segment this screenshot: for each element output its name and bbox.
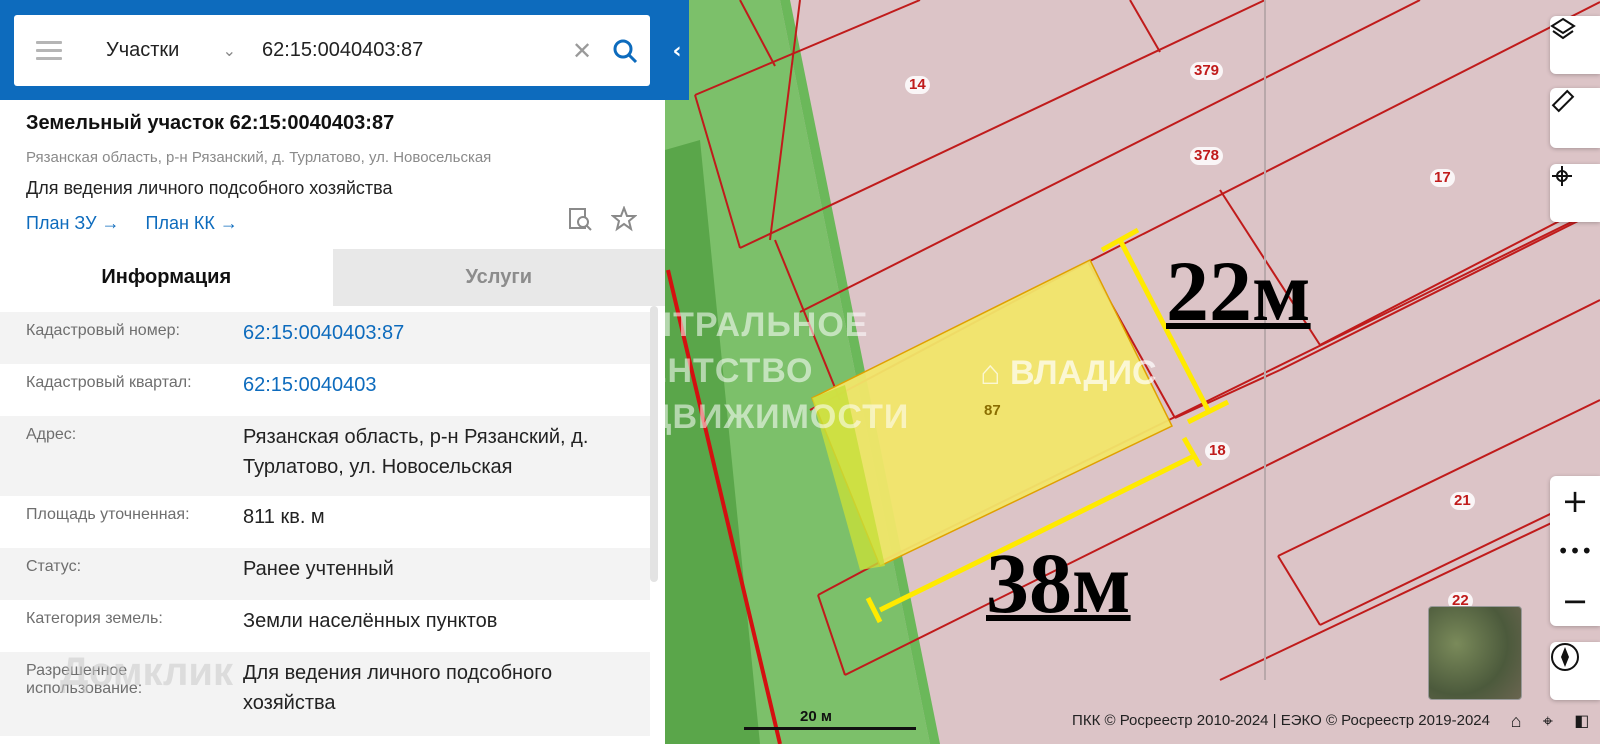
clear-icon[interactable]: ✕	[564, 37, 600, 65]
home-icon[interactable]: ⌂	[1511, 711, 1522, 732]
minimap-satellite[interactable]	[1428, 606, 1522, 700]
info-key: Категория земель:	[26, 610, 163, 627]
brand-watermark: ⌂ ВЛАДИС	[980, 354, 1157, 392]
collapse-panel-icon[interactable]: ‹	[665, 36, 689, 66]
cadastral-number-link[interactable]: 62:15:0040403:87	[243, 312, 624, 364]
plan-links: План ЗУ → План КК →	[26, 213, 639, 234]
scale-bar	[744, 727, 916, 730]
ruler-button[interactable]	[1550, 88, 1600, 148]
panel-scrollbar[interactable]	[650, 306, 658, 582]
locate-button[interactable]	[1550, 164, 1600, 222]
info-key: Адрес:	[26, 426, 77, 443]
search-type-label: Участки	[106, 39, 180, 61]
plan-kk-link[interactable]: План КК →	[146, 213, 238, 234]
parcel-number-selected[interactable]: 87	[980, 402, 1005, 420]
parcel-purpose: Для ведения личного подсобного хозяйства	[26, 178, 393, 198]
house-icon: ⌂	[980, 354, 1001, 392]
search-type-select[interactable]: Участки ⌄	[84, 39, 244, 62]
info-value: Ранее учтенный	[243, 558, 394, 580]
info-key: Кадастровый номер:	[26, 322, 180, 339]
info-row: Статус: Ранее учтенный	[0, 548, 650, 600]
parcel-number[interactable]: 14	[905, 76, 930, 94]
chevron-down-icon: ⌄	[222, 42, 236, 60]
search-button[interactable]	[600, 38, 650, 64]
layers-button[interactable]	[1550, 16, 1600, 74]
parcel-number[interactable]: 21	[1450, 492, 1475, 510]
document-search-icon[interactable]	[567, 206, 593, 232]
more-button[interactable]: •••	[1550, 526, 1600, 576]
layers-icon	[1550, 17, 1576, 40]
zoom-in-button[interactable]: +	[1550, 476, 1600, 526]
zoom-out-button[interactable]: −	[1550, 576, 1600, 626]
parcel-address-short: Рязанская область, р-н Рязанский, д. Тур…	[26, 149, 492, 166]
menu-icon[interactable]	[14, 15, 84, 86]
cadastral-quarter-link[interactable]: 62:15:0040403	[243, 364, 624, 416]
info-row: Кадастровый квартал: 62:15:0040403	[0, 364, 650, 416]
measure-length-label: 38м	[986, 535, 1131, 631]
measure-width-label: 22м	[1166, 243, 1311, 339]
compass-button[interactable]	[1550, 642, 1600, 700]
compass-icon	[1551, 643, 1579, 671]
info-panel: Земельный участок 62:15:0040403:87 Рязан…	[0, 0, 665, 744]
parcel-number[interactable]: 17	[1430, 169, 1455, 187]
info-key: Кадастровый квартал:	[26, 374, 192, 391]
domklik-watermark: Домклик	[60, 650, 234, 694]
parcel-number[interactable]: 378	[1190, 147, 1224, 165]
info-row: Площадь уточненная: 811 кв. м	[0, 496, 650, 548]
panel-tabs: Информация Услуги	[0, 249, 665, 306]
info-row: Категория земель: Земли населённых пункт…	[0, 600, 650, 652]
ruler-icon	[1551, 89, 1575, 113]
info-value: Рязанская область, р-н Рязанский, д. Тур…	[243, 426, 589, 478]
info-row: Кадастровый номер: 62:15:0040403:87	[0, 312, 650, 364]
plan-zu-link[interactable]: План ЗУ →	[26, 213, 120, 234]
parcel-number[interactable]: 18	[1205, 442, 1230, 460]
square-icon[interactable]: ◧	[1574, 711, 1589, 731]
zoom-controls: + ••• −	[1550, 476, 1600, 626]
search-bar: Участки ⌄ ✕	[14, 15, 650, 86]
info-key: Статус:	[26, 558, 82, 575]
search-input[interactable]	[244, 30, 564, 71]
info-row: Адрес: Рязанская область, р-н Рязанский,…	[0, 416, 650, 496]
parcel-title: Земельный участок 62:15:0040403:87	[26, 112, 395, 134]
info-key: Площадь уточненная:	[26, 506, 190, 523]
tab-info[interactable]: Информация	[0, 249, 333, 306]
info-value: Земли населённых пунктов	[243, 610, 498, 632]
search-header: Участки ⌄ ✕ ‹	[0, 0, 689, 100]
parcel-number[interactable]: 379	[1190, 62, 1224, 80]
star-icon[interactable]	[611, 206, 637, 232]
search-icon	[613, 39, 638, 63]
locate-icon[interactable]: ⌖	[1543, 711, 1553, 732]
info-value: 811 кв. м	[243, 506, 325, 528]
parcel-header: Земельный участок 62:15:0040403:87 Рязан…	[0, 100, 665, 249]
info-value: Для ведения личного подсобного хозяйства	[243, 662, 553, 714]
attribution: ПКК © Росреестр 2010-2024 | ЕЭКО © Росре…	[1072, 712, 1490, 729]
crosshair-icon	[1552, 166, 1572, 186]
header-actions	[567, 206, 637, 232]
attribution-icons: ⌂ ⌖ ◧	[1500, 708, 1600, 734]
scale-label: 20 м	[800, 708, 832, 725]
tab-services[interactable]: Услуги	[332, 249, 665, 306]
